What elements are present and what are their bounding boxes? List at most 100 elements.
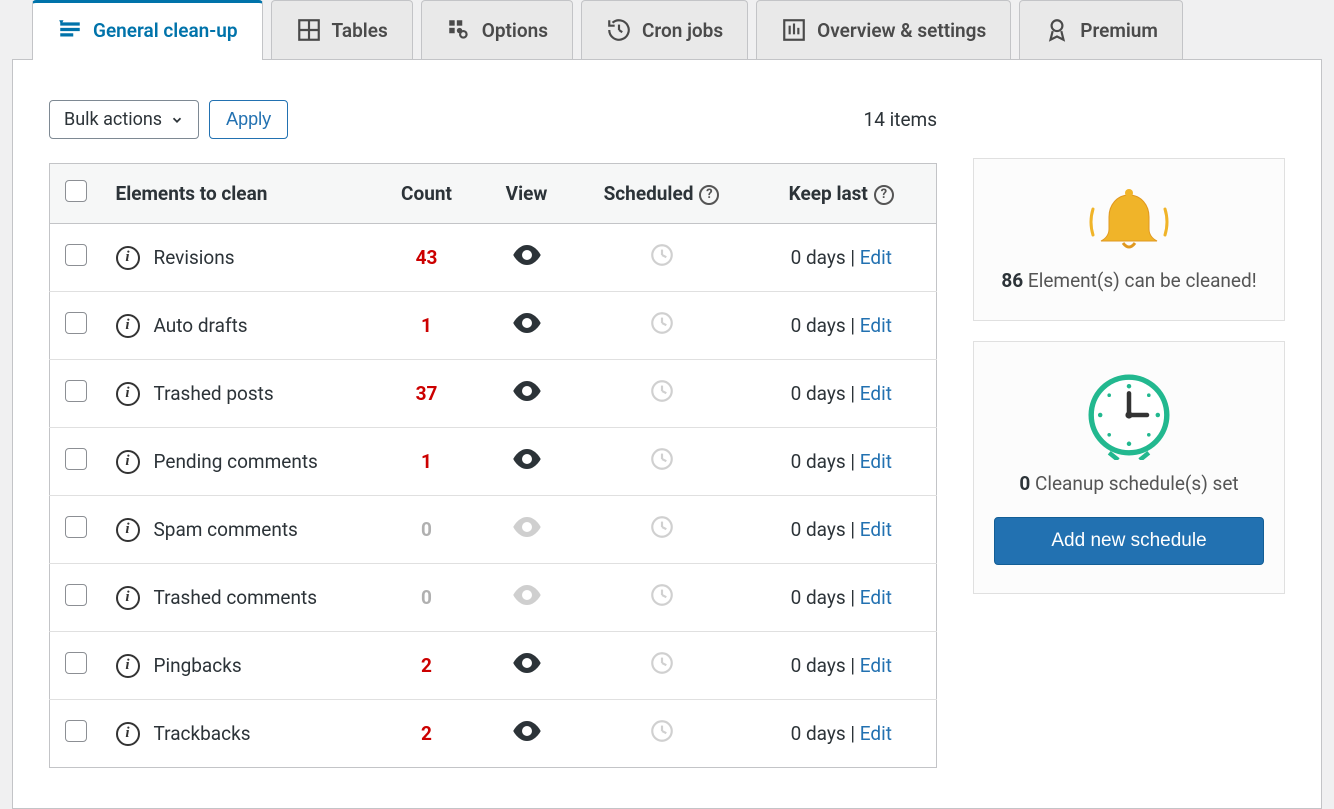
row-name: Trashed posts bbox=[154, 382, 274, 405]
info-icon[interactable]: i bbox=[116, 314, 140, 338]
edit-link[interactable]: Edit bbox=[860, 722, 892, 745]
sidebar: 86 Element(s) can be cleaned! bbox=[973, 158, 1285, 594]
row-name: Trackbacks bbox=[154, 722, 251, 745]
tab-general[interactable]: General clean-up bbox=[32, 0, 263, 59]
add-schedule-button[interactable]: Add new schedule bbox=[994, 517, 1264, 565]
row-checkbox[interactable] bbox=[65, 312, 87, 334]
row-name: Trashed comments bbox=[154, 586, 318, 609]
info-icon[interactable]: i bbox=[116, 450, 140, 474]
view-icon bbox=[512, 585, 542, 605]
cleanable-card: 86 Element(s) can be cleaned! bbox=[973, 158, 1285, 321]
col-elements: Elements to clean bbox=[102, 164, 377, 224]
content-panel: Bulk actions Apply 14 items Elements to … bbox=[12, 59, 1322, 809]
schedule-card: 0 Cleanup schedule(s) set Add new schedu… bbox=[973, 341, 1285, 594]
row-count: 37 bbox=[416, 382, 438, 405]
row-checkbox[interactable] bbox=[65, 720, 87, 742]
row-count: 0 bbox=[421, 518, 432, 541]
col-keep: Keep last? bbox=[747, 164, 937, 224]
tab-options[interactable]: Options bbox=[421, 0, 573, 59]
table-row: iRevisions430 days | Edit bbox=[50, 224, 937, 292]
info-icon[interactable]: i bbox=[116, 382, 140, 406]
scheduled-icon bbox=[649, 582, 675, 608]
table-row: iTrashed posts370 days | Edit bbox=[50, 360, 937, 428]
row-count: 2 bbox=[421, 654, 432, 677]
keep-text: 0 days bbox=[791, 246, 846, 269]
premium-icon bbox=[1044, 17, 1070, 43]
help-icon[interactable]: ? bbox=[699, 185, 719, 205]
table-row: iPingbacks20 days | Edit bbox=[50, 632, 937, 700]
row-count: 0 bbox=[421, 586, 432, 609]
options-icon bbox=[446, 17, 472, 43]
tab-overview[interactable]: Overview & settings bbox=[756, 0, 1011, 59]
info-icon[interactable]: i bbox=[116, 586, 140, 610]
keep-text: 0 days bbox=[791, 450, 846, 473]
row-count: 1 bbox=[421, 314, 432, 337]
bell-icon bbox=[1079, 187, 1179, 257]
view-icon[interactable] bbox=[512, 245, 542, 265]
tables-icon bbox=[296, 17, 322, 43]
row-name: Spam comments bbox=[154, 518, 298, 541]
tab-premium[interactable]: Premium bbox=[1019, 0, 1183, 59]
info-icon[interactable]: i bbox=[116, 246, 140, 270]
table-row: iTrackbacks20 days | Edit bbox=[50, 700, 937, 768]
info-icon[interactable]: i bbox=[116, 722, 140, 746]
cleanup-table: Elements to clean Count View Scheduled? … bbox=[49, 163, 937, 768]
view-icon[interactable] bbox=[512, 313, 542, 333]
keep-text: 0 days bbox=[791, 654, 846, 677]
tab-tables[interactable]: Tables bbox=[271, 0, 413, 59]
edit-link[interactable]: Edit bbox=[860, 450, 892, 473]
row-count: 43 bbox=[416, 246, 438, 269]
view-icon bbox=[512, 517, 542, 537]
clock-icon bbox=[1084, 370, 1174, 460]
row-checkbox[interactable] bbox=[65, 652, 87, 674]
edit-link[interactable]: Edit bbox=[860, 246, 892, 269]
tab-bar: General clean-upTablesOptionsCron jobsOv… bbox=[12, 0, 1322, 59]
view-icon[interactable] bbox=[512, 721, 542, 741]
row-checkbox[interactable] bbox=[65, 244, 87, 266]
overview-icon bbox=[781, 17, 807, 43]
tab-cron[interactable]: Cron jobs bbox=[581, 0, 748, 59]
row-name: Pending comments bbox=[154, 450, 318, 473]
help-icon[interactable]: ? bbox=[874, 185, 894, 205]
view-icon[interactable] bbox=[512, 381, 542, 401]
col-count: Count bbox=[377, 164, 477, 224]
schedule-text: 0 Cleanup schedule(s) set bbox=[994, 472, 1264, 495]
toolbar: Bulk actions Apply 14 items bbox=[49, 100, 937, 139]
scheduled-icon bbox=[649, 446, 675, 472]
scheduled-icon bbox=[649, 650, 675, 676]
col-view: View bbox=[477, 164, 577, 224]
cron-icon bbox=[606, 17, 632, 43]
row-count: 1 bbox=[421, 450, 432, 473]
chevron-down-icon bbox=[170, 113, 184, 127]
row-count: 2 bbox=[421, 722, 432, 745]
keep-text: 0 days bbox=[791, 722, 846, 745]
scheduled-icon bbox=[649, 378, 675, 404]
view-icon[interactable] bbox=[512, 653, 542, 673]
row-name: Pingbacks bbox=[154, 654, 242, 677]
table-row: iTrashed comments00 days | Edit bbox=[50, 564, 937, 632]
general-icon bbox=[57, 17, 83, 43]
bulk-actions-label: Bulk actions bbox=[64, 109, 162, 130]
row-checkbox[interactable] bbox=[65, 380, 87, 402]
bulk-actions-select[interactable]: Bulk actions bbox=[49, 100, 199, 139]
view-icon[interactable] bbox=[512, 449, 542, 469]
row-checkbox[interactable] bbox=[65, 448, 87, 470]
select-all-checkbox[interactable] bbox=[65, 180, 87, 202]
row-checkbox[interactable] bbox=[65, 584, 87, 606]
apply-button[interactable]: Apply bbox=[209, 100, 288, 139]
edit-link[interactable]: Edit bbox=[860, 382, 892, 405]
row-name: Auto drafts bbox=[154, 314, 248, 337]
info-icon[interactable]: i bbox=[116, 654, 140, 678]
edit-link[interactable]: Edit bbox=[860, 314, 892, 337]
scheduled-icon bbox=[649, 242, 675, 268]
edit-link[interactable]: Edit bbox=[860, 654, 892, 677]
scheduled-icon bbox=[649, 310, 675, 336]
edit-link[interactable]: Edit bbox=[860, 586, 892, 609]
keep-text: 0 days bbox=[791, 518, 846, 541]
items-count: 14 items bbox=[864, 108, 937, 131]
row-checkbox[interactable] bbox=[65, 516, 87, 538]
table-row: iAuto drafts10 days | Edit bbox=[50, 292, 937, 360]
edit-link[interactable]: Edit bbox=[860, 518, 892, 541]
info-icon[interactable]: i bbox=[116, 518, 140, 542]
cleanable-text: 86 Element(s) can be cleaned! bbox=[994, 269, 1264, 292]
